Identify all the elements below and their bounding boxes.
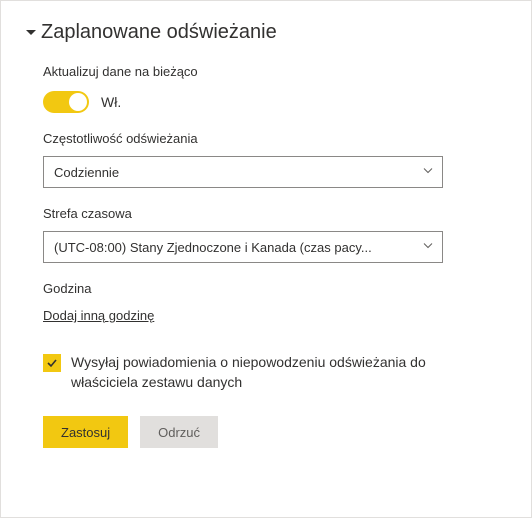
discard-button[interactable]: Odrzuć [140, 416, 218, 448]
timezone-value: (UTC-08:00) Stany Zjednoczone i Kanada (… [54, 240, 372, 255]
frequency-select[interactable]: Codziennie [43, 156, 443, 188]
scheduled-refresh-panel: Zaplanowane odświeżanie Aktualizuj dane … [0, 0, 532, 518]
notify-owner-checkbox[interactable] [43, 354, 61, 372]
frequency-label: Częstotliwość odświeżania [43, 131, 507, 146]
section-header[interactable]: Zaplanowane odświeżanie [25, 21, 507, 44]
apply-button[interactable]: Zastosuj [43, 416, 128, 448]
chevron-down-icon [422, 240, 434, 255]
time-label: Godzina [43, 281, 507, 296]
check-icon [46, 357, 58, 369]
notify-owner-label: Wysyłaj powiadomienia o niepowodzeniu od… [71, 353, 491, 392]
chevron-down-icon [422, 165, 434, 180]
frequency-value: Codziennie [54, 165, 119, 180]
keep-updated-toggle[interactable] [43, 91, 89, 113]
toggle-knob [69, 93, 87, 111]
add-time-link[interactable]: Dodaj inną godzinę [43, 308, 154, 323]
timezone-label: Strefa czasowa [43, 206, 507, 221]
section-title: Zaplanowane odświeżanie [41, 21, 277, 44]
chevron-down-icon [25, 27, 37, 39]
timezone-select[interactable]: (UTC-08:00) Stany Zjednoczone i Kanada (… [43, 231, 443, 263]
keep-updated-label: Aktualizuj dane na bieżąco [43, 64, 507, 79]
toggle-state-label: Wł. [101, 94, 121, 110]
